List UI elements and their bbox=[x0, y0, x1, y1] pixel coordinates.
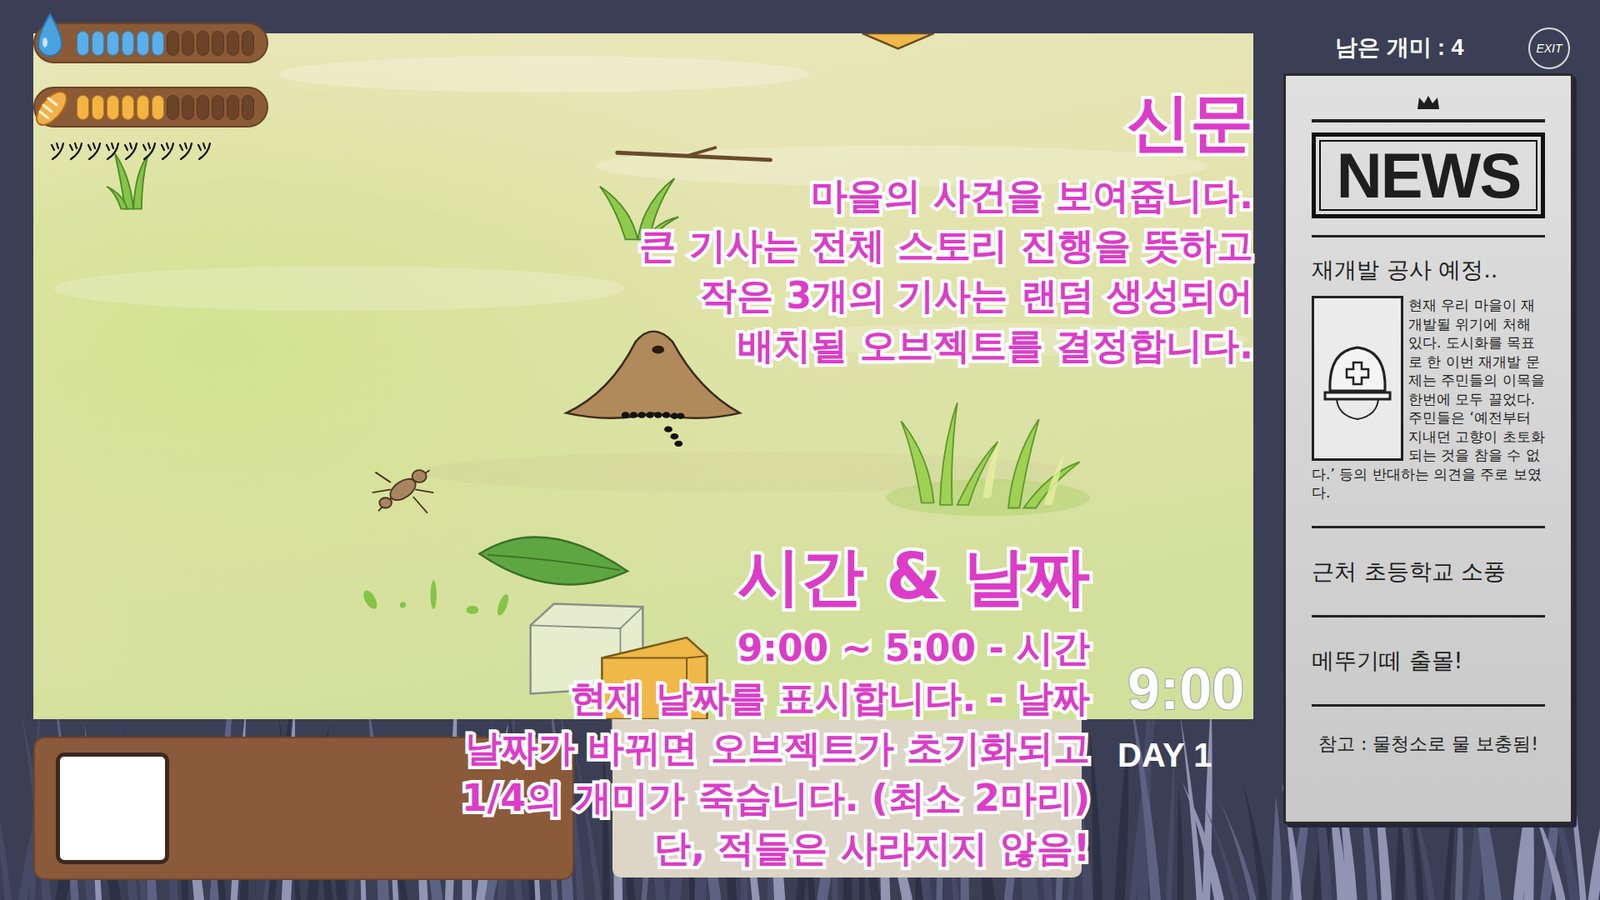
meter-pill-filled bbox=[121, 30, 135, 56]
water-meter bbox=[35, 30, 255, 56]
field-scene-icon bbox=[33, 33, 1254, 720]
grass-blade bbox=[1177, 787, 1185, 900]
inventory-slots bbox=[55, 752, 170, 865]
game-field[interactable] bbox=[33, 33, 1254, 720]
tutorial-line: 현재 날짜를 표시합니다. - 날짜 bbox=[570, 673, 1090, 724]
grass-blade bbox=[1588, 783, 1600, 900]
grass-blade bbox=[1165, 750, 1175, 900]
meter-pill-empty bbox=[166, 30, 180, 56]
stamina-mark-icon bbox=[159, 140, 176, 162]
helmet-icon bbox=[1320, 332, 1395, 425]
rule bbox=[1311, 525, 1545, 529]
meter-pill-empty bbox=[166, 95, 180, 120]
meter-pill-filled bbox=[91, 30, 105, 56]
stamina-mark-icon bbox=[85, 140, 103, 162]
tutorial-line: 배치될 오브젝트를 결정합니다. bbox=[737, 320, 1254, 371]
tutorial-line: 단, 적들은 사라지지 않음! bbox=[654, 823, 1090, 874]
clock-time: 9:00 bbox=[1127, 660, 1245, 719]
tutorial-lines: 마을의 사건을 보여줍니다.큰 기사는 전체 스토리 진행을 뜻하고작은 3개의… bbox=[639, 170, 1254, 371]
meter-pill-empty bbox=[241, 95, 255, 120]
meter-pill-filled bbox=[106, 95, 120, 120]
newspaper[interactable]: NEWS 재개발 공사 예정.. 현재 우리 마을이 재개발될 위기에 처해 있… bbox=[1283, 73, 1574, 825]
masthead-box: NEWS bbox=[1311, 132, 1545, 219]
meter-pill-filled bbox=[106, 30, 120, 56]
stamina-mark-icon bbox=[67, 140, 85, 162]
water-drop-icon bbox=[33, 12, 67, 60]
play-column: 9:00 DAY 1 신문 마을의 사건을 보여줍니다.큰 기사는 전체 스토리… bbox=[33, 33, 1254, 880]
meter-pill-filled bbox=[121, 95, 135, 120]
rule bbox=[1311, 704, 1545, 707]
tutorial-line: 작은 3개의 기사는 랜덤 생성되어 bbox=[700, 270, 1254, 321]
food-bar bbox=[33, 86, 269, 128]
tutorial-line: 날짜가 바뀌면 오브젝트가 초기화되고 bbox=[465, 723, 1090, 774]
masthead-inner: NEWS bbox=[1319, 140, 1538, 211]
exit-button[interactable]: EXIT bbox=[1528, 27, 1570, 70]
masthead-rule bbox=[1311, 119, 1545, 123]
rule bbox=[1311, 615, 1545, 618]
article-photo bbox=[1311, 295, 1404, 461]
grass-blade bbox=[1271, 795, 1282, 900]
newspaper-note: 참고 : 물청소로 물 보충됨! bbox=[1318, 732, 1539, 756]
tutorial-line: 9:00 ~ 5:00 - 시간 bbox=[737, 623, 1090, 674]
rule bbox=[1311, 235, 1545, 238]
tutorial-line: 큰 기사는 전체 스토리 진행을 뜻하고 bbox=[639, 220, 1254, 271]
article-headline: 근처 초등학교 소풍 bbox=[1311, 557, 1506, 586]
tutorial-title: 시간 & 날짜 bbox=[737, 541, 1090, 612]
tutorial-lines: 9:00 ~ 5:00 - 시간현재 날짜를 표시합니다. - 날짜날짜가 바뀌… bbox=[461, 623, 1090, 874]
bread-icon bbox=[31, 83, 75, 130]
grass-blade bbox=[1243, 783, 1269, 900]
article-headline: 메뚜기떼 출몰! bbox=[1311, 646, 1463, 675]
meter-pill-filled bbox=[136, 95, 150, 120]
stamina-mark-icon bbox=[177, 140, 195, 162]
grass-blade bbox=[0, 720, 12, 900]
food-meter bbox=[35, 95, 255, 120]
masthead: NEWS bbox=[1336, 144, 1520, 208]
grass-blade bbox=[1090, 730, 1103, 900]
tutorial-title: 신문 bbox=[1126, 87, 1254, 158]
meter-pill-empty bbox=[181, 30, 195, 56]
stamina-mark-icon bbox=[140, 140, 158, 162]
side-column: 남은 개미 : 4 EXIT NEWS 재개발 공사 예정.. bbox=[1283, 22, 1574, 825]
tutorial-time: 시간 & 날짜 9:00 ~ 5:00 - 시간현재 날짜를 표시합니다. - … bbox=[461, 541, 1090, 874]
meter-pill-empty bbox=[196, 95, 210, 120]
inventory-slot[interactable] bbox=[55, 752, 170, 865]
meter-pill-empty bbox=[226, 95, 240, 120]
meter-pill-empty bbox=[196, 30, 210, 56]
meter-pill-empty bbox=[181, 95, 195, 120]
tutorial-line: 1/4의 개미가 죽습니다. (최소 2마리) bbox=[461, 773, 1090, 824]
main-article: 현재 우리 마을이 재개발될 위기에 처해 있다. 도시화를 목표로 한 이번 … bbox=[1311, 295, 1545, 503]
stamina-mark-icon bbox=[49, 140, 66, 162]
meter-pill-filled bbox=[76, 30, 90, 56]
meter-pill-filled bbox=[151, 95, 165, 120]
grass-blade bbox=[1128, 688, 1161, 900]
game-screen: 9:00 DAY 1 신문 마을의 사건을 보여줍니다.큰 기사는 전체 스토리… bbox=[0, 0, 1600, 880]
meter-pill-empty bbox=[211, 30, 225, 56]
ants-remaining: 남은 개미 : 4 bbox=[1335, 36, 1465, 60]
article-row: 메뚜기떼 출몰! bbox=[1311, 617, 1545, 705]
meter-pill-filled bbox=[151, 30, 165, 56]
note-row: 참고 : 물청소로 물 보충됨! bbox=[1311, 706, 1545, 782]
tutorial-newspaper: 신문 마을의 사건을 보여줍니다.큰 기사는 전체 스토리 진행을 뜻하고작은 … bbox=[639, 87, 1254, 371]
stamina-mark-icon bbox=[104, 140, 121, 162]
meter-pill-filled bbox=[136, 30, 150, 56]
grass-blade bbox=[1200, 799, 1240, 900]
article-row: 근처 초등학교 소풍 bbox=[1311, 528, 1545, 615]
main-headline: 재개발 공사 예정.. bbox=[1311, 255, 1545, 285]
stamina-mark-icon bbox=[195, 140, 213, 162]
stamina-mark-icon bbox=[122, 140, 140, 162]
meter-pill-filled bbox=[91, 95, 105, 120]
meter-pill-empty bbox=[241, 30, 255, 56]
meter-pill-filled bbox=[76, 95, 90, 120]
water-bar bbox=[33, 22, 269, 64]
stamina-marks bbox=[49, 140, 213, 162]
tutorial-line: 마을의 사건을 보여줍니다. bbox=[810, 170, 1254, 221]
exit-label[interactable]: EXIT bbox=[1535, 42, 1562, 55]
top-bar: 남은 개미 : 4 EXIT bbox=[1283, 22, 1574, 74]
crown-icon bbox=[1415, 94, 1441, 111]
meter-pill-empty bbox=[226, 30, 240, 56]
meter-pill-empty bbox=[211, 95, 225, 120]
day-label: DAY 1 bbox=[1117, 738, 1212, 772]
